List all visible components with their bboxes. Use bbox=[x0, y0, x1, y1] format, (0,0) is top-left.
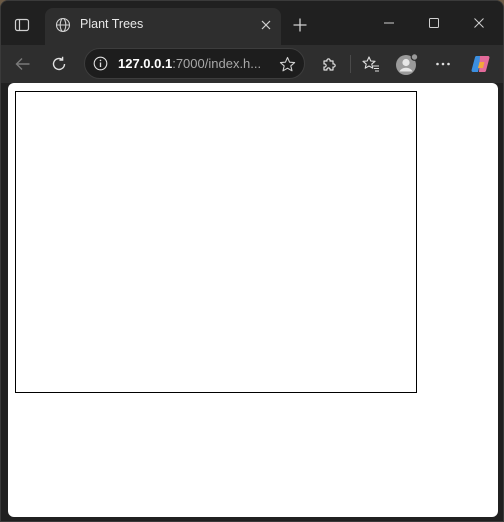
avatar bbox=[396, 53, 419, 75]
url-path: :7000/index.h... bbox=[172, 56, 262, 71]
close-icon bbox=[261, 20, 271, 30]
plus-icon bbox=[293, 18, 307, 32]
close-window-button[interactable] bbox=[459, 9, 499, 37]
more-icon bbox=[436, 62, 450, 66]
tab-active[interactable]: Plant Trees bbox=[45, 8, 281, 45]
profile-button[interactable] bbox=[394, 51, 420, 77]
star-icon bbox=[279, 56, 295, 71]
new-tab-button[interactable] bbox=[288, 13, 312, 37]
url-text: 127.0.0.1:7000/index.h... bbox=[118, 56, 261, 71]
game-canvas[interactable] bbox=[15, 91, 417, 393]
extensions-button[interactable] bbox=[317, 51, 343, 77]
copilot-button[interactable] bbox=[468, 51, 494, 77]
more-button[interactable] bbox=[430, 51, 456, 77]
toolbar-divider bbox=[350, 55, 351, 73]
tab-actions-icon bbox=[14, 18, 30, 32]
tab-strip: Plant Trees bbox=[1, 1, 503, 45]
arrow-left-icon bbox=[15, 58, 30, 70]
url-host: 127.0.0.1 bbox=[118, 56, 173, 71]
copilot-icon bbox=[471, 56, 490, 72]
tab-title: Plant Trees bbox=[80, 17, 144, 31]
globe-icon bbox=[54, 16, 72, 34]
info-icon[interactable] bbox=[92, 55, 109, 72]
close-icon bbox=[474, 18, 484, 28]
minimize-button[interactable] bbox=[369, 9, 409, 37]
close-tab-button[interactable] bbox=[257, 16, 275, 34]
back-button[interactable] bbox=[10, 51, 36, 77]
add-favorite-button[interactable] bbox=[278, 55, 296, 73]
puzzle-icon bbox=[323, 58, 336, 71]
maximize-icon bbox=[429, 18, 439, 28]
page-content bbox=[8, 83, 498, 517]
favorites-icon bbox=[362, 56, 379, 72]
reload-icon bbox=[52, 56, 66, 71]
minimize-icon bbox=[384, 22, 394, 24]
browser-window: Plant Trees 127.0.0.1:7000/index.h... bbox=[0, 0, 504, 522]
tab-actions-button[interactable] bbox=[9, 12, 35, 38]
reload-button[interactable] bbox=[46, 51, 72, 77]
maximize-button[interactable] bbox=[414, 9, 454, 37]
address-bar[interactable]: 127.0.0.1:7000/index.h... bbox=[84, 48, 305, 79]
favorites-button[interactable] bbox=[358, 51, 384, 77]
browser-toolbar: 127.0.0.1:7000/index.h... bbox=[1, 45, 503, 83]
